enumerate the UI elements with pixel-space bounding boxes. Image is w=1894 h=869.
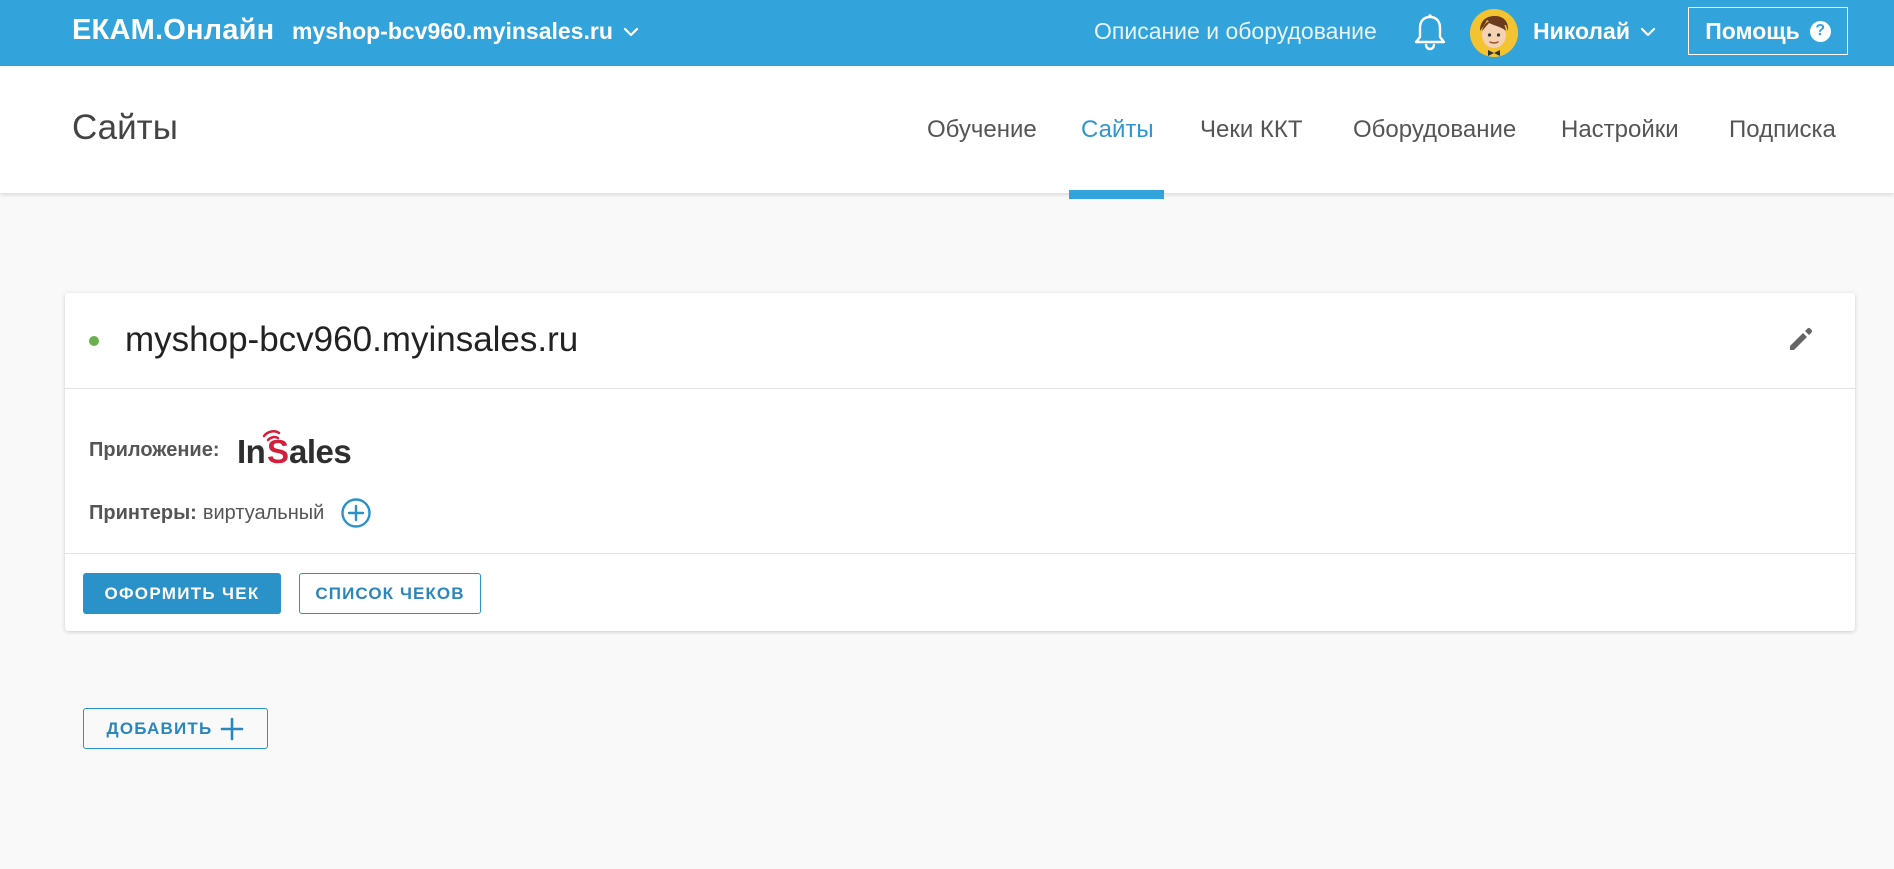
brand-logo[interactable]: ЕКАМ.Онлайн	[72, 14, 274, 47]
receipts-list-button[interactable]: СПИСОК ЧЕКОВ	[299, 573, 481, 614]
top-bar: ЕКАМ.Онлайн myshop-bcv960.myinsales.ru О…	[0, 0, 1894, 66]
user-menu[interactable]: Николай	[1533, 18, 1656, 45]
pencil-icon[interactable]	[1785, 323, 1817, 355]
status-indicator	[89, 336, 99, 346]
tab-receipts[interactable]: Чеки ККТ	[1200, 116, 1303, 144]
tab-settings[interactable]: Настройки	[1561, 116, 1679, 144]
user-avatar-icon	[1470, 9, 1518, 57]
active-tab-indicator	[1069, 190, 1164, 199]
site-card: myshop-bcv960.myinsales.ru Приложение: I…	[65, 293, 1855, 631]
application-label: Приложение:	[89, 438, 220, 461]
application-row: Приложение: In S ales	[89, 429, 355, 471]
add-site-label: ДОБАВИТЬ	[106, 718, 213, 738]
printers-label: Принтеры:	[89, 501, 197, 524]
insales-logo: In S ales	[237, 430, 352, 470]
chevron-down-icon	[623, 27, 638, 36]
card-divider	[65, 553, 1855, 554]
svg-text:ales: ales	[289, 433, 351, 470]
site-selector-label: myshop-bcv960.myinsales.ru	[292, 18, 613, 44]
issue-receipt-button[interactable]: ОФОРМИТЬ ЧЕК	[83, 573, 281, 614]
bell-icon[interactable]	[1412, 13, 1448, 51]
plus-circle-icon[interactable]	[340, 497, 372, 529]
site-selector[interactable]: myshop-bcv960.myinsales.ru	[292, 18, 639, 45]
description-link[interactable]: Описание и оборудование	[1094, 18, 1377, 45]
tab-subscription[interactable]: Подписка	[1729, 116, 1836, 144]
help-label: Помощь	[1705, 17, 1800, 44]
site-title: myshop-bcv960.myinsales.ru	[125, 320, 579, 359]
avatar[interactable]	[1470, 9, 1518, 57]
help-button[interactable]: Помощь ?	[1688, 7, 1848, 55]
add-site-button[interactable]: ДОБАВИТЬ	[83, 708, 268, 749]
tab-sites[interactable]: Сайты	[1081, 116, 1154, 144]
tab-equipment[interactable]: Оборудование	[1353, 116, 1516, 144]
svg-text:In: In	[237, 433, 265, 470]
page-title: Сайты	[72, 108, 178, 147]
plus-icon	[221, 717, 244, 740]
printers-value: виртуальный	[202, 501, 325, 524]
section-header: Сайты Обучение Сайты Чеки ККТ Оборудован…	[0, 66, 1894, 199]
tab-obuchenie[interactable]: Обучение	[927, 116, 1037, 144]
card-divider	[65, 388, 1855, 389]
printers-row: Принтеры: виртуальный	[89, 497, 372, 529]
user-name: Николай	[1533, 18, 1630, 44]
question-circle-icon: ?	[1809, 20, 1831, 42]
chevron-down-icon	[1640, 27, 1656, 36]
